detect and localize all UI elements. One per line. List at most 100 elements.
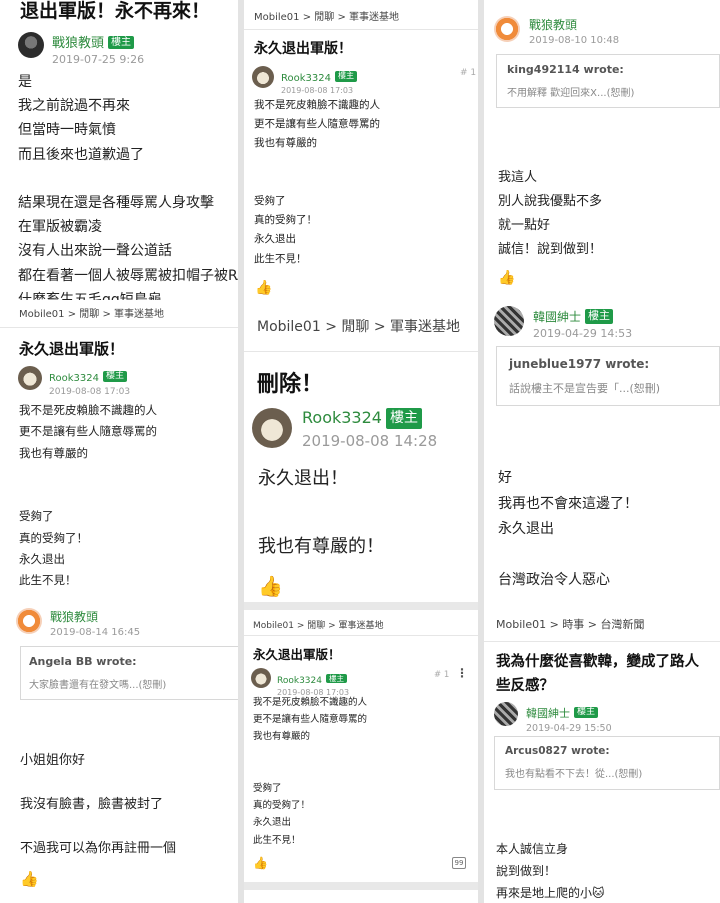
avatar[interactable] [18,32,44,58]
op-badge: 樓主 [325,673,347,684]
floor-number: # 1 [460,68,477,78]
post-title-line-2: 些反感？ [496,678,554,694]
post-date: 2019-04-29 15:50 [526,723,612,734]
body-line [19,464,157,485]
body-line: 更不是讓有些人隨意辱罵的 [253,714,368,726]
post-body: 永久退出！ 我也有尊嚴的！ [258,462,384,564]
body-line: 受夠了 [254,195,286,208]
username[interactable]: 戰狼教頭 [52,36,104,51]
username[interactable]: 韓國紳士 [526,707,570,720]
body-line: 我這人 [498,170,538,185]
post-author: Rook3324 樓主 2019-08-08 17:03 [252,66,357,95]
tile-divider [238,0,244,903]
avatar[interactable] [252,408,292,448]
body-line: 再來是地上爬的小🐱 [496,886,605,900]
username[interactable]: Rook3324 [277,676,322,686]
quote-block: king492114 wrote: 不用解釋 歡迎回來X...(恕刪) [496,54,720,108]
body-line [20,816,176,838]
body-line: 是 [18,74,32,90]
thumbs-up-icon[interactable]: 👍 [498,270,515,286]
quote-text: 不用解釋 歡迎回來X...(恕刪) [507,88,635,99]
body-line [20,772,176,794]
quote-author[interactable]: Arcus0827 wrote: [505,745,709,757]
quote-author[interactable]: Angela BB wrote: [29,655,231,668]
body-line: 永久退出 [19,552,65,567]
breadcrumb[interactable]: Mobile01 > 閒聊 > 軍事迷基地 [244,610,478,636]
post-author: 戰狼教頭 樓主 2019-07-25 9:26 [18,32,144,66]
post-author: Rook3324 樓主 2019-08-08 17:03 [18,366,130,397]
body-line: 真的受夠了！ [254,214,317,227]
body-line: 我也有尊嚴的 [19,445,88,460]
post-title: 永久退出軍版！ [254,41,352,57]
floor-number: # 1 [434,670,450,680]
quote-text: 我也有點看不下去！從...(恕刪) [505,769,643,780]
thumbs-up-icon[interactable]: 👍 [253,856,268,870]
breadcrumb[interactable]: Mobile01 > 閒聊 > 軍事迷基地 [244,0,478,30]
post-body: 我不是死皮賴臉不識趣的人 更不是讓有些人隨意辱罵的 我也有尊嚴的 受夠了 真的受… [253,694,367,849]
username[interactable]: 戰狼教頭 [529,16,619,33]
post-author: 戰狼教頭 2019-08-10 10:48 [494,16,619,46]
tile-divider [244,602,478,610]
post-author: Rook3324 樓主 2019-08-08 14:28 [252,408,437,450]
body-line: 受夠了 [19,509,54,524]
post-body: 好 我再也不會來這邊了！ 永久退出 台灣政治令人惡心 [498,466,638,594]
thumbs-up-icon[interactable]: 👍 [255,280,272,296]
body-line: 真的受夠了！ [253,800,311,812]
thumbs-up-icon[interactable]: 👍 [258,574,283,598]
username[interactable]: Rook3324 [281,73,331,84]
body-line: 都在看著一個人被辱罵被扣帽子被RA [18,267,238,284]
body-line [258,496,384,530]
tile-divider [478,0,484,903]
kebab-menu-icon[interactable]: ⋮ [456,666,468,680]
breadcrumb[interactable]: Mobile01 > 時事 > 台灣新聞 [484,606,720,642]
avatar[interactable] [252,66,274,88]
op-badge: 樓主 [108,36,135,49]
avatar[interactable] [16,608,42,634]
username[interactable]: Rook3324 [49,373,99,384]
body-line [253,746,367,763]
avatar[interactable] [494,16,520,42]
op-badge: 樓主 [385,408,422,429]
body-line: 我不是死皮賴臉不識趣的人 [253,697,368,708]
post-author: Rook3324 樓主 2019-08-08 17:03 [251,668,349,697]
body-line: 永久退出 [498,521,554,538]
username[interactable]: 戰狼教頭 [50,608,140,625]
post-author: 韓國紳士 樓主 2019-04-29 15:50 [494,702,612,734]
body-line: 我也有尊嚴的！ [258,536,384,557]
body-line: 我再也不會來這邊了！ [498,495,638,512]
avatar[interactable] [251,668,271,688]
panel-post-9: Mobile01 > 時事 > 台灣新聞 我為什麼從喜歡韓，變成了路人 些反感？… [484,606,720,903]
breadcrumb[interactable]: Mobile01 > 閒聊 > 軍事迷基地 [0,300,238,328]
panel-post-3: 戰狼教頭 2019-08-10 10:48 king492114 wrote: … [484,8,720,300]
body-line: 沒有人出來說一聲公道話 [18,243,172,260]
thumbs-up-icon[interactable]: 👍 [20,870,39,888]
tile-divider [244,882,478,890]
avatar[interactable] [494,306,524,336]
post-date: 2019-08-08 17:03 [49,387,131,397]
body-line: 受夠了 [253,783,282,795]
post-body: 我不是死皮賴臉不識趣的人 更不是讓有些人隨意辱罵的 我也有尊嚴的 受夠了 真的受… [254,96,380,269]
username[interactable]: Rook3324 [302,408,382,427]
body-line: 此生不見！ [19,573,77,588]
quote-text: 大家臉書還有在發文嗎...(恕刪) [29,680,167,691]
quote-author[interactable]: king492114 wrote: [507,63,709,76]
quote-block: Angela BB wrote: 大家臉書還有在發文嗎...(恕刪) [20,646,238,700]
body-line: 此生不見！ [254,252,307,265]
avatar[interactable] [18,366,42,390]
reply-icon[interactable]: 99 [452,857,466,869]
username[interactable]: 韓國紳士 [533,310,581,324]
avatar[interactable] [494,702,518,726]
body-line: 別人說我優點不多 [498,194,603,209]
panel-post-1: 退出軍版！永不再來！ 戰狼教頭 樓主 2019-07-25 9:26 是 我之前說… [0,0,238,300]
quote-author[interactable]: juneblue1977 wrote: [509,357,707,371]
post-title: 永久退出軍版！ [253,647,341,662]
breadcrumb[interactable]: Mobile01 > 閒聊 > 軍事迷基地 [244,306,478,352]
body-line: 不過我可以為你再註冊一個 [20,841,177,856]
body-line: 我不是死皮賴臉不識趣的人 [19,403,157,417]
post-body: 我不是死皮賴臉不識趣的人 更不是讓有些人隨意辱罵的 我也有尊嚴的 受夠了 真的受… [19,400,157,592]
body-line: 我之前說過不再來 [18,98,130,115]
post-date: 2019-08-14 16:45 [50,627,141,638]
post-author: 戰狼教頭 2019-08-14 16:45 [16,608,140,638]
body-line: 真的受夠了！ [19,530,88,545]
post-title: 刪除！ [257,372,324,397]
